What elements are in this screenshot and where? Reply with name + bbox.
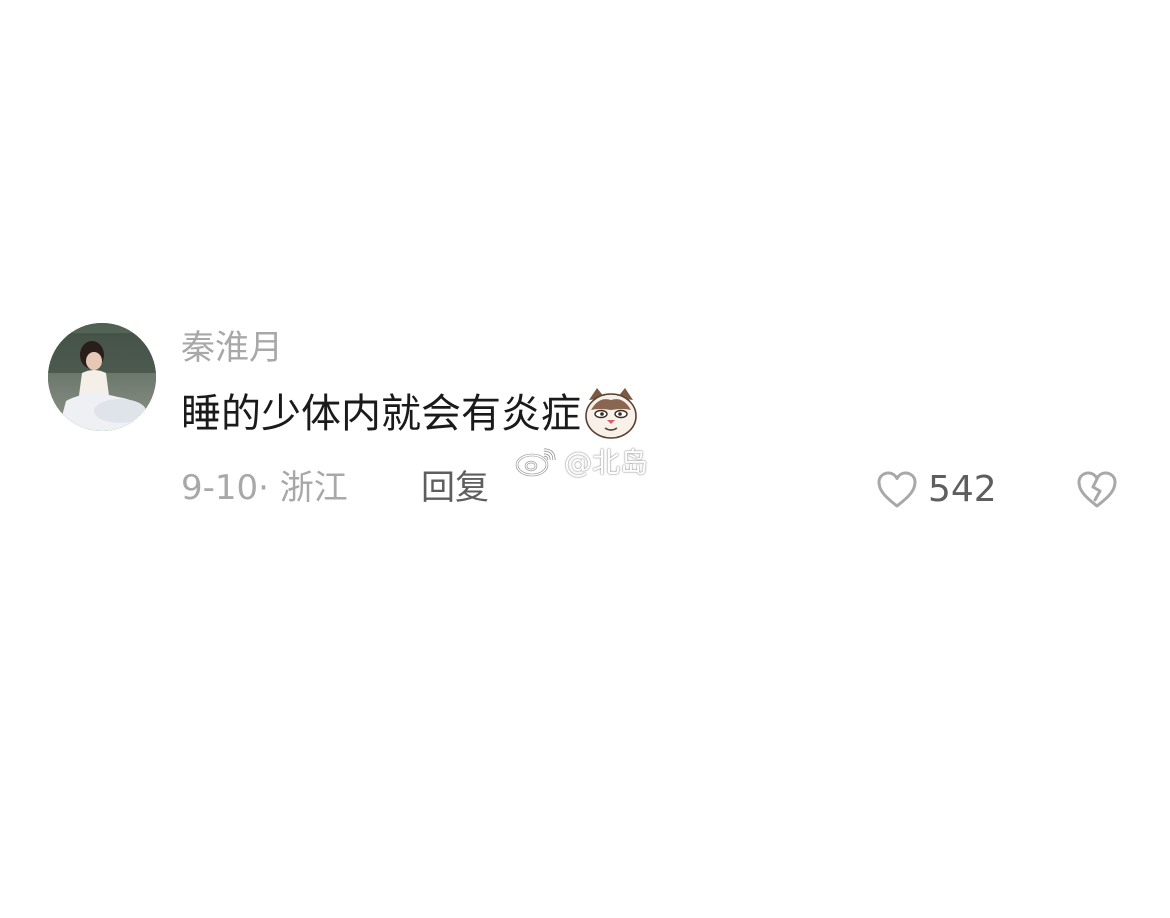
heart-outline-icon [877, 471, 917, 508]
watermark: @北岛 [514, 443, 648, 479]
comment-body: 睡的少体内就会有炎症 [181, 391, 581, 437]
comment-text: 睡的少体内就会有炎症 [181, 386, 639, 442]
reply-button[interactable]: 回复 [421, 466, 489, 510]
username[interactable]: 秦淮月 [181, 326, 283, 370]
avatar-photo [48, 323, 156, 431]
like-button[interactable]: 542 [876, 468, 997, 512]
cat-face-emoji-icon [583, 386, 639, 442]
avatar[interactable] [48, 323, 156, 431]
weibo-logo-icon [515, 448, 556, 477]
broken-heart-icon [1077, 471, 1117, 508]
dislike-button[interactable] [1076, 470, 1118, 514]
watermark-text: @北岛 [564, 446, 649, 479]
comment-item: 秦淮月 睡的少体内就会有炎症 9-10· 浙江 回复 @北岛 542 [0, 0, 1170, 918]
date-location: 9-10· 浙江 [181, 468, 348, 508]
like-count: 542 [928, 469, 997, 510]
